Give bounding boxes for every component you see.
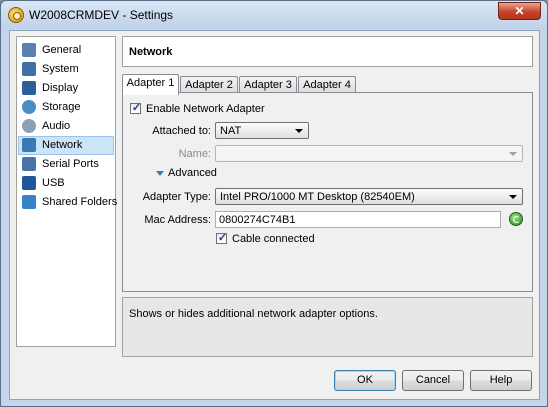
settings-window: W2008CRMDEV - Settings ✕ General System … bbox=[0, 0, 548, 407]
checkmark-icon: ✓ bbox=[131, 102, 142, 114]
enable-adapter-label: Enable Network Adapter bbox=[146, 103, 265, 115]
system-icon bbox=[22, 62, 36, 76]
sidebar-item-serial-ports[interactable]: Serial Ports bbox=[18, 155, 114, 174]
sidebar-item-label: Serial Ports bbox=[42, 158, 99, 170]
sidebar-item-general[interactable]: General bbox=[18, 41, 114, 60]
usb-icon bbox=[22, 176, 36, 190]
description-text: Shows or hides additional network adapte… bbox=[129, 308, 378, 320]
sidebar-item-label: System bbox=[42, 63, 79, 75]
page-title: Network bbox=[129, 46, 173, 58]
adapter-type-value: Intel PRO/1000 MT Desktop (82540EM) bbox=[220, 191, 415, 203]
adapter-panel: ✓ Enable Network Adapter Attached to: NA… bbox=[122, 92, 533, 292]
cable-connected-label: Cable connected bbox=[232, 233, 315, 245]
window-title: W2008CRMDEV - Settings bbox=[29, 8, 174, 22]
settings-sidebar: General System Display Storage Audio Net… bbox=[16, 36, 118, 347]
sidebar-item-label: Audio bbox=[42, 120, 71, 132]
mac-address-input[interactable] bbox=[216, 212, 500, 227]
attached-to-label: Attached to: bbox=[152, 125, 211, 137]
checkmark-icon: ✓ bbox=[217, 232, 228, 244]
chevron-down-icon bbox=[509, 195, 517, 199]
cable-connected-checkbox[interactable]: ✓ bbox=[216, 232, 228, 244]
attached-to-select[interactable]: NAT bbox=[215, 122, 309, 139]
sidebar-item-shared-folders[interactable]: Shared Folders bbox=[18, 193, 118, 212]
enable-adapter-checkbox[interactable]: ✓ bbox=[130, 102, 142, 114]
sidebar-item-audio[interactable]: Audio bbox=[18, 117, 114, 136]
attached-to-value: NAT bbox=[220, 125, 242, 137]
sidebar-item-label: Display bbox=[42, 82, 79, 94]
sidebar-item-network[interactable]: Network bbox=[18, 136, 114, 155]
chevron-down-icon bbox=[509, 152, 517, 156]
sidebar-item-system[interactable]: System bbox=[18, 60, 114, 79]
tab-adapter-2[interactable]: Adapter 2 bbox=[180, 76, 238, 93]
ok-button[interactable]: OK bbox=[334, 370, 396, 391]
chevron-down-icon bbox=[295, 129, 303, 133]
cancel-button[interactable]: Cancel bbox=[402, 370, 464, 391]
title-bar[interactable]: W2008CRMDEV - Settings ✕ bbox=[1, 1, 547, 29]
name-select[interactable] bbox=[215, 145, 523, 162]
sidebar-item-label: Shared Folders bbox=[42, 196, 118, 208]
general-icon bbox=[22, 43, 36, 57]
sidebar-item-label: Storage bbox=[42, 101, 81, 113]
adapter-type-label: Adapter Type: bbox=[142, 191, 211, 203]
help-button[interactable]: Help bbox=[470, 370, 532, 391]
description-box: Shows or hides additional network adapte… bbox=[122, 297, 533, 357]
advanced-toggle[interactable]: Advanced bbox=[168, 167, 217, 179]
network-icon bbox=[22, 138, 36, 152]
advanced-expander-icon[interactable] bbox=[156, 171, 164, 176]
dialog-body: General System Display Storage Audio Net… bbox=[9, 30, 540, 400]
audio-icon bbox=[22, 119, 36, 133]
adapter-type-select[interactable]: Intel PRO/1000 MT Desktop (82540EM) bbox=[215, 188, 523, 205]
serial-ports-icon bbox=[22, 157, 36, 171]
mac-address-field[interactable] bbox=[215, 211, 501, 228]
mac-address-label: Mac Address: bbox=[144, 214, 211, 226]
storage-icon bbox=[22, 100, 36, 114]
tab-adapter-4[interactable]: Adapter 4 bbox=[298, 76, 356, 93]
sidebar-item-display[interactable]: Display bbox=[18, 79, 114, 98]
shared-folders-icon bbox=[22, 195, 36, 209]
close-button[interactable]: ✕ bbox=[498, 2, 541, 20]
display-icon bbox=[22, 81, 36, 95]
tab-adapter-1[interactable]: Adapter 1 bbox=[122, 74, 179, 95]
virtualbox-icon bbox=[8, 7, 24, 23]
sidebar-item-label: USB bbox=[42, 177, 65, 189]
page-header: Network bbox=[122, 36, 533, 67]
sidebar-item-storage[interactable]: Storage bbox=[18, 98, 114, 117]
name-label: Name: bbox=[178, 148, 211, 160]
sidebar-item-label: Network bbox=[42, 139, 83, 151]
tab-adapter-3[interactable]: Adapter 3 bbox=[239, 76, 297, 93]
sidebar-item-usb[interactable]: USB bbox=[18, 174, 114, 193]
sidebar-item-label: General bbox=[42, 44, 82, 56]
refresh-mac-icon[interactable] bbox=[509, 212, 523, 226]
